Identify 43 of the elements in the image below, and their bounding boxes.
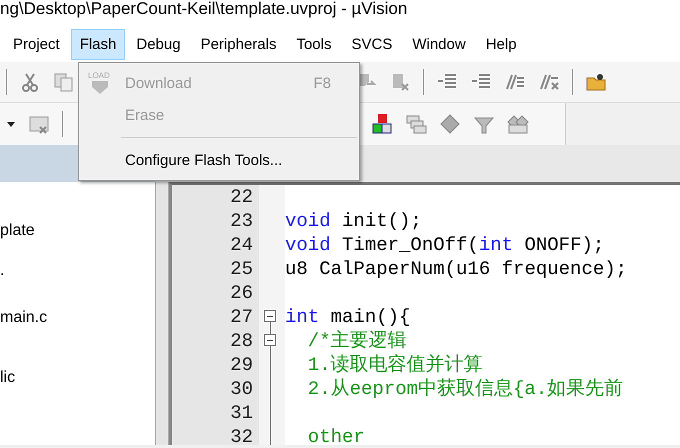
menu-item[interactable]: Flash <box>70 28 126 60</box>
folder-icon[interactable] <box>585 71 607 93</box>
diamond-icon[interactable] <box>439 113 461 135</box>
line-number: 29 <box>229 353 254 377</box>
code-line: 2.从eeprom中获取信息{a.如果先前 <box>306 377 624 401</box>
line-number: 23 <box>229 209 254 233</box>
diamonds-icon[interactable] <box>507 113 529 135</box>
tree-item[interactable]: main.c <box>0 309 48 327</box>
menu-item[interactable]: Tools <box>287 28 340 60</box>
line-number: 30 <box>229 377 254 401</box>
splitter[interactable] <box>155 182 169 445</box>
tree-item[interactable]: plate <box>0 222 35 240</box>
code-line: other <box>306 425 365 445</box>
collapse-toggle[interactable] <box>264 310 276 322</box>
menu-item[interactable]: Debug <box>127 28 190 60</box>
menu-item[interactable]: Project <box>4 28 69 60</box>
code-line: /*主要逻辑 <box>306 329 407 353</box>
menu-item[interactable]: Help <box>476 28 526 60</box>
code-line: void Timer_OnOff(int ONOFF); <box>285 233 604 257</box>
tree-item[interactable]: . <box>0 262 4 280</box>
windows-icon[interactable] <box>405 113 427 135</box>
line-number: 32 <box>229 425 254 445</box>
line-number: 25 <box>229 257 254 281</box>
menu-option[interactable]: Configure Flash Tools... <box>79 144 359 176</box>
menu-item[interactable]: Window <box>403 28 475 60</box>
code-line: int main(){ <box>285 305 410 329</box>
line-number: 24 <box>229 233 254 257</box>
code-line: void init(); <box>285 209 422 233</box>
line-number: 27 <box>229 305 254 329</box>
tree-item[interactable]: lic <box>0 369 16 387</box>
scissors-icon[interactable] <box>19 71 41 93</box>
menu-item[interactable]: SVCS <box>342 28 402 60</box>
code-line: u8 CalPaperNum(u16 frequence); <box>285 257 628 281</box>
window-title: ng\Desktop\PaperCount-Keil\template.uvproj - µVision <box>0 0 680 26</box>
code-line: 1.读取电容值并计算 <box>306 353 483 377</box>
collapse-toggle[interactable] <box>264 334 276 346</box>
copy-icon[interactable] <box>53 71 75 93</box>
line-number: 31 <box>229 401 254 425</box>
line-number: 28 <box>229 329 254 353</box>
blocks-icon[interactable] <box>371 113 393 135</box>
line-number: 22 <box>229 185 254 209</box>
line-number: 26 <box>229 281 254 305</box>
menu-item[interactable]: Peripherals <box>192 28 286 60</box>
